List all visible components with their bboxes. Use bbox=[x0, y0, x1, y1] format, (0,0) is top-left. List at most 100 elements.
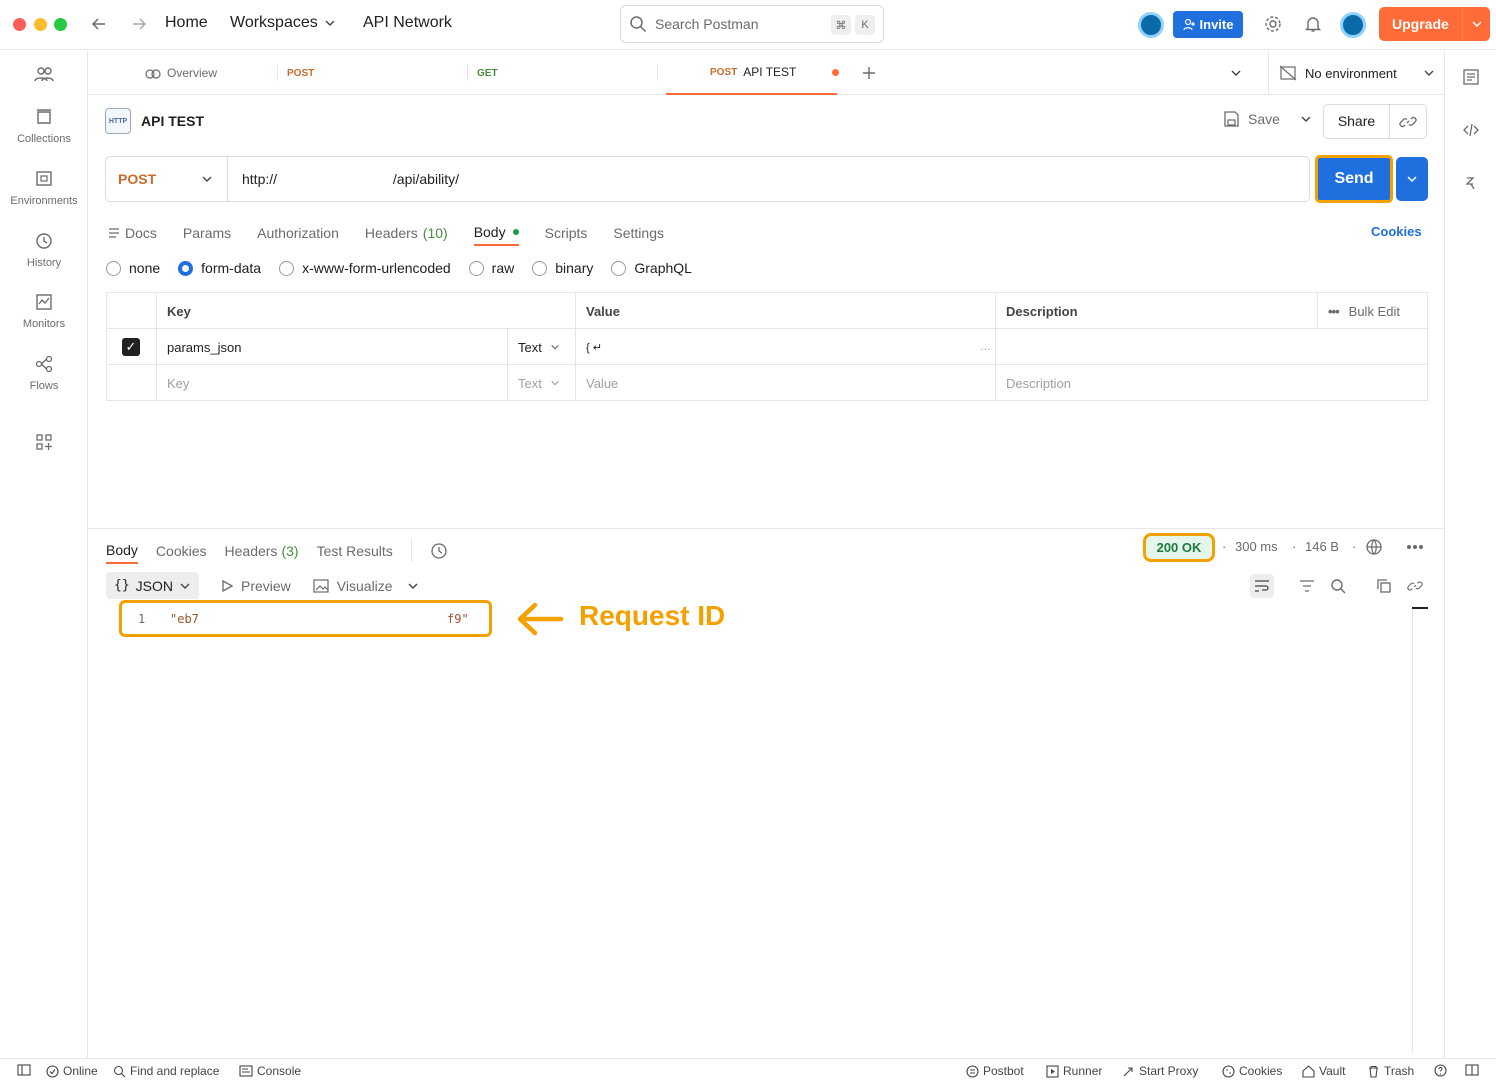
radio-form-data[interactable]: form-data bbox=[178, 260, 261, 276]
response-tab-body[interactable]: Body bbox=[106, 538, 138, 564]
upgrade-dropdown-chevron-icon[interactable] bbox=[1462, 7, 1490, 41]
radio-x-www-form-urlencoded[interactable]: x-www-form-urlencoded bbox=[279, 260, 451, 276]
radio-graphql[interactable]: GraphQL bbox=[611, 260, 692, 276]
documentation-icon[interactable] bbox=[1459, 65, 1483, 89]
status-badge[interactable]: 200 OK bbox=[1143, 533, 1215, 562]
key-cell[interactable]: params_json bbox=[156, 329, 507, 365]
network-globe-icon[interactable] bbox=[1362, 535, 1386, 559]
start-proxy-button[interactable]: Start Proxy bbox=[1122, 1064, 1198, 1078]
minimize-window-button[interactable] bbox=[34, 18, 47, 31]
notification-bell-icon[interactable] bbox=[1301, 12, 1325, 36]
type-select[interactable]: Text bbox=[507, 365, 575, 401]
sidebar-item-flows[interactable]: Flows bbox=[0, 354, 88, 392]
help-icon[interactable] bbox=[1434, 1064, 1447, 1077]
tabs-overflow-chevron-icon[interactable] bbox=[1224, 61, 1248, 85]
cookies-link[interactable]: Cookies bbox=[1371, 224, 1422, 239]
user-avatar[interactable] bbox=[1340, 12, 1366, 38]
toggle-two-pane-icon[interactable] bbox=[1465, 1064, 1479, 1076]
invite-button[interactable]: Invite bbox=[1173, 11, 1243, 38]
new-tab-plus-icon[interactable] bbox=[857, 61, 881, 85]
back-arrow-icon[interactable] bbox=[87, 12, 111, 36]
share-button[interactable]: Share bbox=[1324, 104, 1390, 139]
value-cell[interactable]: { ↵ … bbox=[575, 329, 995, 365]
postbot-button[interactable]: Postbot bbox=[966, 1064, 1024, 1078]
search-input[interactable]: Search Postman ⌘ K bbox=[620, 5, 884, 43]
wrap-lines-icon[interactable] bbox=[1250, 574, 1274, 598]
nav-home[interactable]: Home bbox=[165, 14, 208, 32]
response-scroll-thumb[interactable] bbox=[1412, 607, 1428, 609]
key-input[interactable]: Key bbox=[156, 365, 507, 401]
tab-headers[interactable]: Headers (10) bbox=[365, 220, 448, 246]
filter-icon[interactable] bbox=[1295, 574, 1319, 598]
radio-raw[interactable]: raw bbox=[468, 260, 514, 276]
request-name[interactable]: API TEST bbox=[141, 113, 204, 129]
sidebar-item-monitors[interactable]: Monitors bbox=[0, 292, 88, 330]
tab-settings[interactable]: Settings bbox=[613, 220, 664, 246]
runner-button[interactable]: Runner bbox=[1046, 1064, 1102, 1078]
visualize-chevron-down-icon[interactable] bbox=[407, 580, 419, 592]
find-replace-button[interactable]: Find and replace bbox=[113, 1064, 219, 1078]
response-divider[interactable] bbox=[88, 528, 1444, 529]
description-input[interactable]: Description bbox=[995, 365, 1427, 401]
response-scroll-track[interactable] bbox=[1412, 606, 1413, 1052]
radio-none[interactable]: none bbox=[106, 260, 160, 276]
online-status[interactable]: Online bbox=[46, 1064, 98, 1078]
request-id-value-start[interactable]: "eb7 bbox=[170, 612, 199, 626]
sidebar-item-environments[interactable]: Environments bbox=[0, 169, 88, 207]
tab-authorization[interactable]: Authorization bbox=[257, 220, 339, 246]
team-members-icon[interactable] bbox=[0, 64, 88, 90]
close-window-button[interactable] bbox=[13, 18, 26, 31]
value-input[interactable]: Value bbox=[575, 365, 995, 401]
visualize-button[interactable]: Visualize bbox=[313, 578, 393, 594]
nav-api-network[interactable]: API Network bbox=[363, 14, 452, 32]
save-options-chevron-icon[interactable] bbox=[1300, 113, 1312, 125]
more-options-icon[interactable] bbox=[1403, 535, 1427, 559]
toggle-sidebar-icon[interactable] bbox=[17, 1064, 31, 1076]
send-options-chevron-icon[interactable] bbox=[1396, 157, 1428, 201]
response-tab-headers[interactable]: Headers (3) bbox=[225, 538, 299, 564]
tab-overview[interactable]: Overview bbox=[145, 51, 217, 95]
sidebar-item-collections[interactable]: Collections bbox=[0, 107, 88, 145]
response-tab-test-results[interactable]: Test Results bbox=[317, 538, 393, 564]
team-avatar[interactable] bbox=[1138, 12, 1164, 38]
configure-sidebar-icon[interactable] bbox=[0, 432, 88, 458]
bulk-edit-button[interactable]: ••• Bulk Edit bbox=[1317, 293, 1427, 329]
nav-workspaces[interactable]: Workspaces bbox=[230, 14, 336, 32]
console-button[interactable]: Console bbox=[239, 1064, 301, 1078]
copy-link-icon[interactable] bbox=[1390, 113, 1426, 131]
vault-button[interactable]: Vault bbox=[1302, 1064, 1345, 1078]
method-select[interactable]: POST bbox=[106, 157, 228, 201]
radio-binary[interactable]: binary bbox=[532, 260, 593, 276]
send-button[interactable]: Send bbox=[1315, 155, 1393, 203]
save-button[interactable]: Save bbox=[1222, 110, 1312, 128]
format-select[interactable]: {} JSON bbox=[106, 572, 199, 599]
tab-params[interactable]: Params bbox=[183, 220, 231, 246]
upgrade-button[interactable]: Upgrade bbox=[1379, 7, 1490, 41]
trash-button[interactable]: Trash bbox=[1367, 1064, 1414, 1078]
response-time[interactable]: 300 ms bbox=[1235, 539, 1278, 554]
tab-body[interactable]: Body bbox=[473, 220, 519, 246]
settings-gear-icon[interactable] bbox=[1261, 12, 1285, 36]
tab-docs[interactable]: Docs bbox=[108, 220, 157, 246]
tab-api-test[interactable]: POST API TEST bbox=[666, 51, 839, 95]
code-snippet-icon[interactable] bbox=[1459, 118, 1483, 142]
url-input[interactable]: http:// /api/ability/ bbox=[228, 171, 459, 187]
link-icon[interactable] bbox=[1403, 574, 1427, 598]
related-collections-icon[interactable] bbox=[1459, 171, 1483, 195]
response-size[interactable]: 146 B bbox=[1305, 539, 1339, 554]
response-tab-cookies[interactable]: Cookies bbox=[156, 538, 207, 564]
tab-get-request[interactable]: GET bbox=[477, 51, 504, 95]
forward-arrow-icon[interactable] bbox=[127, 12, 151, 36]
type-select[interactable]: Text bbox=[507, 329, 575, 365]
response-history-icon[interactable] bbox=[430, 538, 448, 564]
request-id-value-end[interactable]: f9" bbox=[447, 612, 469, 626]
sidebar-item-history[interactable]: History bbox=[0, 231, 88, 269]
maximize-window-button[interactable] bbox=[54, 18, 67, 31]
search-response-icon[interactable] bbox=[1326, 574, 1350, 598]
row-checkbox[interactable]: ✓ bbox=[107, 329, 156, 365]
environment-selector[interactable]: No environment bbox=[1268, 51, 1444, 95]
copy-icon[interactable] bbox=[1372, 574, 1396, 598]
preview-button[interactable]: Preview bbox=[221, 578, 291, 594]
tab-scripts[interactable]: Scripts bbox=[545, 220, 588, 246]
cookies-button[interactable]: Cookies bbox=[1222, 1064, 1282, 1078]
